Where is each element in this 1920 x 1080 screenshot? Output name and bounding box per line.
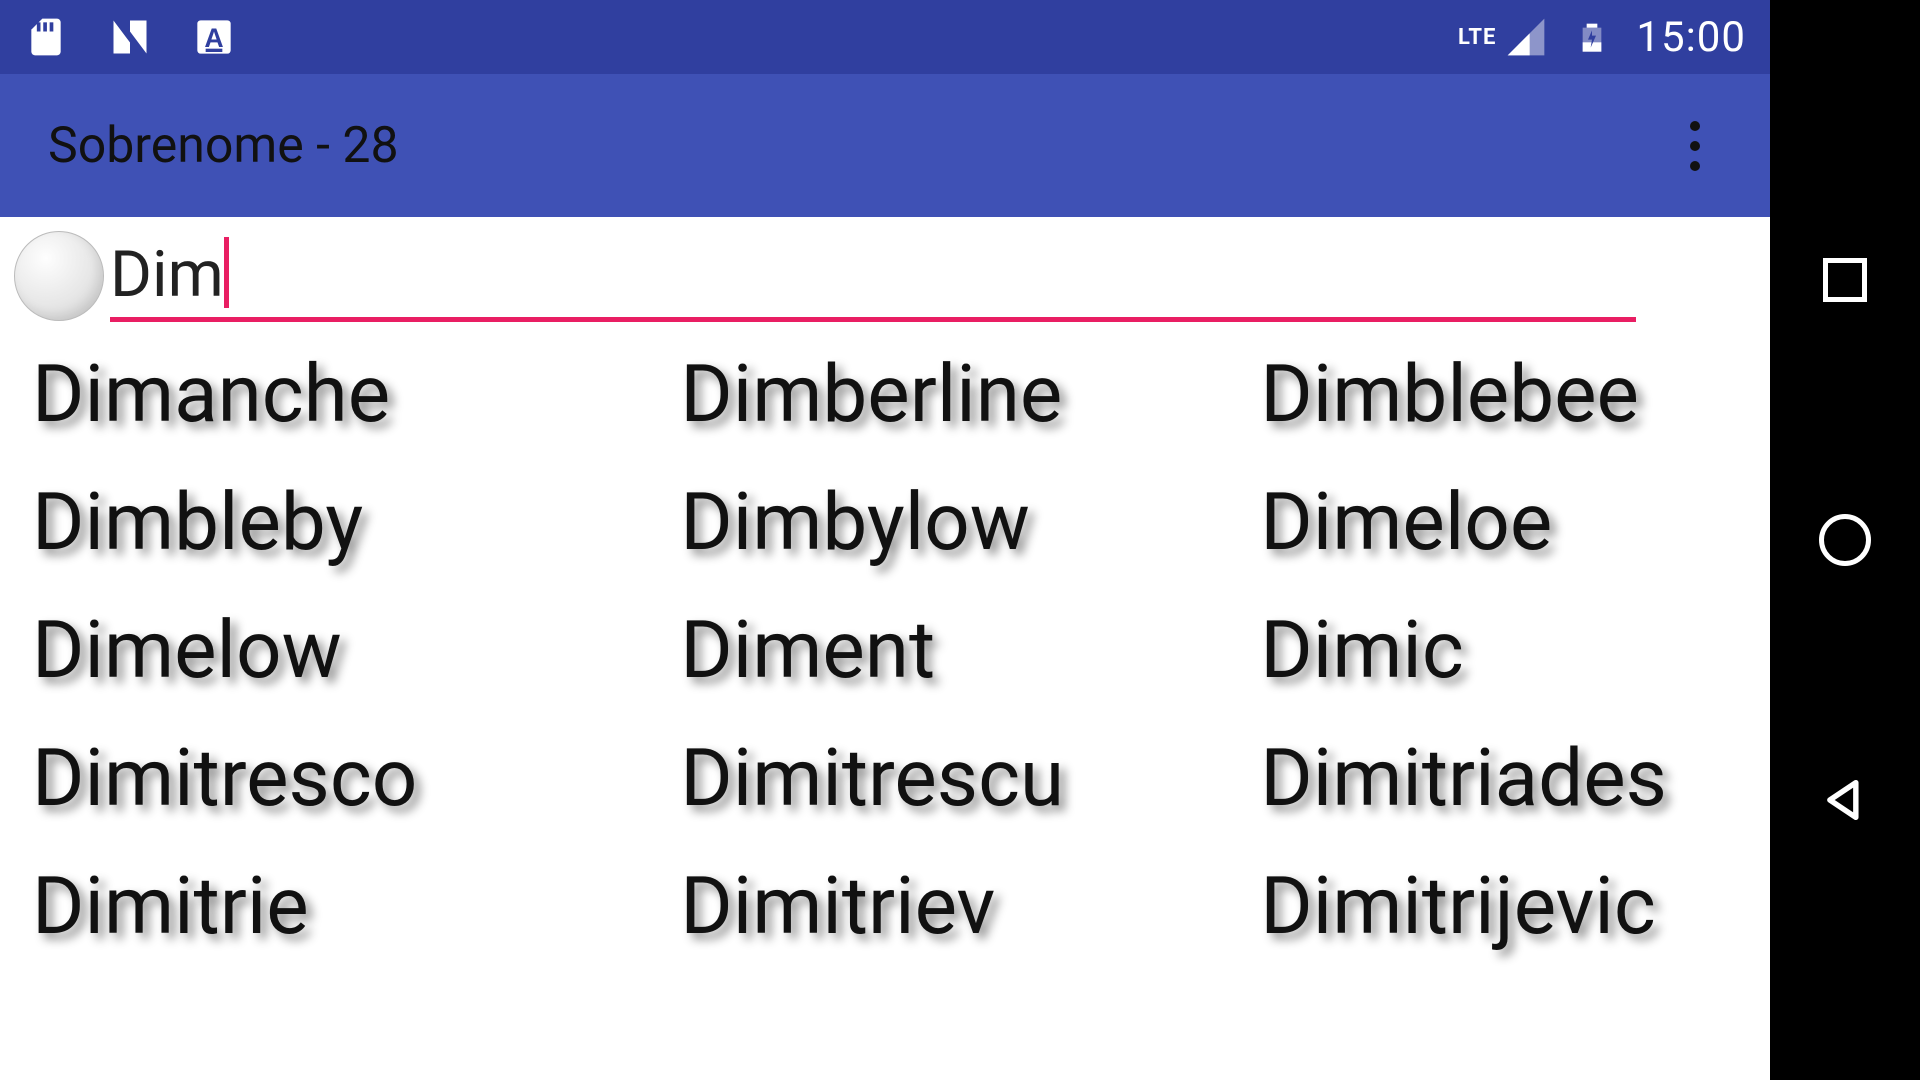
back-button[interactable] <box>1815 770 1875 830</box>
overflow-menu-button[interactable] <box>1668 119 1722 173</box>
more-vert-icon <box>1690 121 1700 131</box>
globe-button[interactable] <box>14 231 104 321</box>
app-content: A LTE 15:00 Sobrenome - 28 <box>0 0 1770 1080</box>
svg-text:A: A <box>204 23 223 53</box>
text-caret <box>224 237 229 308</box>
device-screen: A LTE 15:00 Sobrenome - 28 <box>0 0 1920 1080</box>
sd-card-icon <box>24 15 68 59</box>
results-area: DimancheDimberlineDimblebee DimblebyDimby… <box>0 322 1770 1080</box>
search-row: Dim <box>0 217 1770 322</box>
home-button[interactable] <box>1815 510 1875 570</box>
square-icon <box>1823 258 1867 302</box>
result-item[interactable]: Dimeloe <box>1260 480 1738 564</box>
n-app-icon <box>108 15 152 59</box>
a-app-icon: A <box>192 15 236 59</box>
result-item[interactable]: Diment <box>680 608 1260 692</box>
battery-icon <box>1570 15 1614 59</box>
result-item[interactable]: Dimitresco <box>32 736 680 820</box>
lte-label: LTE <box>1458 25 1496 50</box>
recent-apps-button[interactable] <box>1815 250 1875 310</box>
triangle-back-icon <box>1819 774 1871 826</box>
status-bar: A LTE 15:00 <box>0 0 1770 74</box>
result-item[interactable]: Dimberline <box>680 352 1260 436</box>
clock-time: 15:00 <box>1636 13 1746 62</box>
result-item[interactable]: Dimitrescu <box>680 736 1260 820</box>
search-field-wrap: Dim <box>110 231 1636 322</box>
search-input[interactable]: Dim <box>110 231 1636 322</box>
app-title: Sobrenome - 28 <box>48 117 399 175</box>
result-item[interactable]: Dimitrie <box>32 864 680 948</box>
status-right-icons: LTE 15:00 <box>1458 13 1746 62</box>
result-item[interactable]: Dimitriades <box>1260 736 1738 820</box>
system-nav-bar <box>1770 0 1920 1080</box>
results-grid: DimancheDimberlineDimblebee DimblebyDimby… <box>32 352 1738 948</box>
result-item[interactable]: Dimblebee <box>1260 352 1738 436</box>
result-item[interactable]: Dimic <box>1260 608 1738 692</box>
result-item[interactable]: Dimitriev <box>680 864 1260 948</box>
cell-signal-icon <box>1504 15 1548 59</box>
result-item[interactable]: Dimelow <box>32 608 680 692</box>
result-item[interactable]: Dimbylow <box>680 480 1260 564</box>
search-underline <box>110 317 1636 322</box>
result-item[interactable]: Dimanche <box>32 352 680 436</box>
app-bar: Sobrenome - 28 <box>0 74 1770 217</box>
result-item[interactable]: Dimitrijevic <box>1260 864 1738 948</box>
result-item[interactable]: Dimbleby <box>32 480 680 564</box>
status-left-icons: A <box>24 15 236 59</box>
circle-icon <box>1819 514 1871 566</box>
